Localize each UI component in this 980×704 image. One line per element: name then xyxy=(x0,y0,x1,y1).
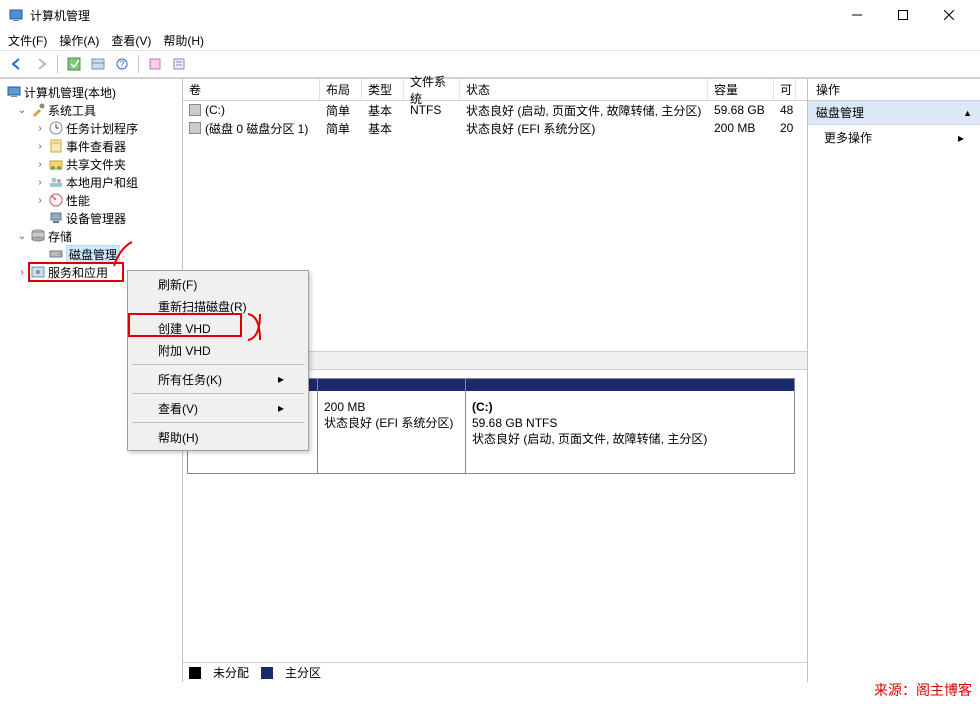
minimize-button[interactable] xyxy=(834,0,880,30)
actions-header: 操作 xyxy=(808,79,980,101)
volume-icon xyxy=(189,104,201,116)
chevron-right-icon: ▸ xyxy=(278,401,284,415)
ctx-rescan[interactable]: 重新扫描磁盘(R) xyxy=(130,295,306,317)
legend: 未分配 主分区 xyxy=(183,662,807,682)
toolbar-icon-5[interactable] xyxy=(168,53,190,75)
tools-icon xyxy=(30,102,46,118)
maximize-button[interactable] xyxy=(880,0,926,30)
tree-task-scheduler[interactable]: › 任务计划程序 xyxy=(2,119,180,137)
toolbar: ? xyxy=(0,50,980,78)
chevron-right-icon[interactable]: › xyxy=(34,123,46,134)
watermark: 来源：阁主博客 xyxy=(874,680,972,700)
triangle-up-icon: ▲ xyxy=(963,108,972,118)
toolbar-icon-1[interactable] xyxy=(63,53,85,75)
computer-icon xyxy=(6,84,22,100)
tree-system-tools[interactable]: ⌄ 系统工具 xyxy=(2,101,180,119)
tree-root[interactable]: 计算机管理(本地) xyxy=(2,83,180,101)
disk-mgmt-icon xyxy=(48,246,64,262)
legend-swatch-unallocated xyxy=(189,667,201,679)
chevron-right-icon: ▸ xyxy=(958,131,964,145)
window-title: 计算机管理 xyxy=(30,7,834,24)
toolbar-icon-4[interactable] xyxy=(144,53,166,75)
legend-unallocated: 未分配 xyxy=(213,664,249,681)
performance-icon xyxy=(48,192,64,208)
svg-text:?: ? xyxy=(119,59,124,69)
col-status[interactable]: 状态 xyxy=(460,79,708,100)
ctx-help[interactable]: 帮助(H) xyxy=(130,426,306,448)
toolbar-icon-3[interactable]: ? xyxy=(111,53,133,75)
actions-section-disk[interactable]: 磁盘管理 ▲ xyxy=(808,101,980,125)
ctx-create-vhd[interactable]: 创建 VHD xyxy=(130,317,306,339)
back-button[interactable] xyxy=(6,53,28,75)
ctx-view[interactable]: 查看(V)▸ xyxy=(130,397,306,419)
partition-efi[interactable]: 200 MB 状态良好 (EFI 系统分区) xyxy=(318,379,466,473)
tree-event-viewer[interactable]: › 事件查看器 xyxy=(2,137,180,155)
col-volume[interactable]: 卷 xyxy=(183,79,320,100)
chevron-right-icon[interactable]: › xyxy=(34,159,46,170)
context-menu: 刷新(F) 重新扫描磁盘(R) 创建 VHD 附加 VHD 所有任务(K)▸ 查… xyxy=(127,270,309,451)
users-icon xyxy=(48,174,64,190)
tree-disk-management[interactable]: 磁盘管理 xyxy=(2,245,180,263)
tree-local-users[interactable]: › 本地用户和组 xyxy=(2,173,180,191)
legend-primary: 主分区 xyxy=(285,664,321,681)
ctx-attach-vhd[interactable]: 附加 VHD xyxy=(130,339,306,361)
chevron-right-icon[interactable]: › xyxy=(34,177,46,188)
folder-share-icon xyxy=(48,156,64,172)
storage-icon xyxy=(30,228,46,244)
ctx-refresh[interactable]: 刷新(F) xyxy=(130,273,306,295)
clock-icon xyxy=(48,120,64,136)
menu-help[interactable]: 帮助(H) xyxy=(163,32,204,49)
col-filesystem[interactable]: 文件系统 xyxy=(404,79,460,100)
menu-file[interactable]: 文件(F) xyxy=(8,32,47,49)
close-button[interactable] xyxy=(926,0,972,30)
app-icon xyxy=(8,7,24,23)
ctx-all-tasks[interactable]: 所有任务(K)▸ xyxy=(130,368,306,390)
tree-shared-folders[interactable]: › 共享文件夹 xyxy=(2,155,180,173)
table-row[interactable]: (C:) 简单 基本 NTFS 状态良好 (启动, 页面文件, 故障转储, 主分… xyxy=(183,101,807,119)
volume-icon xyxy=(189,122,201,134)
chevron-down-icon[interactable]: ⌄ xyxy=(16,105,28,116)
legend-swatch-primary xyxy=(261,667,273,679)
event-icon xyxy=(48,138,64,154)
tree-storage[interactable]: ⌄ 存储 xyxy=(2,227,180,245)
forward-button[interactable] xyxy=(30,53,52,75)
actions-more[interactable]: 更多操作 ▸ xyxy=(808,125,980,150)
menu-view[interactable]: 查看(V) xyxy=(111,32,151,49)
tree-device-manager[interactable]: 设备管理器 xyxy=(2,209,180,227)
device-icon xyxy=(48,210,64,226)
col-layout[interactable]: 布局 xyxy=(320,79,362,100)
menu-action[interactable]: 操作(A) xyxy=(59,32,99,49)
table-header: 卷 布局 类型 文件系统 状态 容量 可 xyxy=(183,79,807,101)
toolbar-icon-2[interactable] xyxy=(87,53,109,75)
col-capacity[interactable]: 容量 xyxy=(708,79,774,100)
chevron-down-icon[interactable]: ⌄ xyxy=(16,231,28,242)
col-free[interactable]: 可 xyxy=(774,79,796,100)
menubar: 文件(F) 操作(A) 查看(V) 帮助(H) xyxy=(0,30,980,50)
titlebar: 计算机管理 xyxy=(0,0,980,30)
tree-performance[interactable]: › 性能 xyxy=(2,191,180,209)
services-icon xyxy=(30,264,46,280)
actions-panel: 操作 磁盘管理 ▲ 更多操作 ▸ xyxy=(808,79,980,682)
table-row[interactable]: (磁盘 0 磁盘分区 1) 简单 基本 状态良好 (EFI 系统分区) 200 … xyxy=(183,119,807,137)
chevron-right-icon[interactable]: › xyxy=(34,141,46,152)
chevron-right-icon[interactable]: › xyxy=(16,267,28,278)
col-type[interactable]: 类型 xyxy=(362,79,404,100)
chevron-right-icon: ▸ xyxy=(278,372,284,386)
partition-c[interactable]: (C:) 59.68 GB NTFS 状态良好 (启动, 页面文件, 故障转储,… xyxy=(466,379,794,473)
chevron-right-icon[interactable]: › xyxy=(34,195,46,206)
